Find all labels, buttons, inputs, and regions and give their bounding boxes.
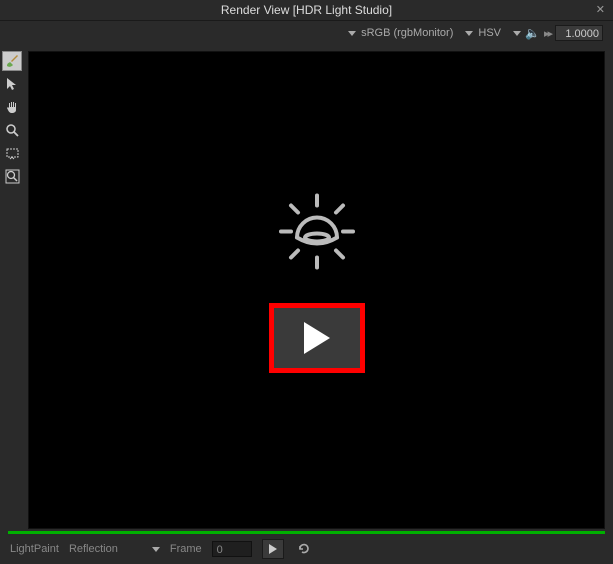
marquee-icon	[5, 146, 20, 161]
play-button[interactable]	[262, 539, 284, 559]
play-overlay-inner	[274, 308, 360, 368]
stepper-icon[interactable]: ▸▸	[544, 27, 551, 40]
frame-input[interactable]: 0	[212, 541, 252, 557]
refresh-button[interactable]	[294, 540, 314, 558]
status-bar: LightPaint Reflection Frame 0	[0, 534, 613, 564]
colorspace-dropdown[interactable]: sRGB (rgbMonitor)	[348, 27, 453, 39]
body	[0, 45, 613, 529]
zoom-tool[interactable]	[2, 120, 22, 140]
render-viewport[interactable]	[28, 51, 605, 529]
lightpaint-mode-dropdown[interactable]: Reflection	[69, 543, 160, 555]
pan-tool[interactable]	[2, 97, 22, 117]
placeholder-sun-icon	[267, 181, 367, 284]
exposure-input[interactable]: 1.0000	[555, 25, 603, 41]
dropdown-icon[interactable]	[513, 31, 521, 36]
display-options-bar: sRGB (rgbMonitor) HSV 🔈 ▸▸ 1.0000	[0, 21, 613, 45]
titlebar: Render View [HDR Light Studio] ✕	[0, 0, 613, 21]
colormode-dropdown[interactable]: HSV	[465, 27, 501, 39]
dropdown-icon	[152, 547, 160, 552]
lightpaint-tool[interactable]	[2, 51, 22, 71]
colorspace-value: sRGB (rgbMonitor)	[361, 27, 453, 39]
lightpaint-mode-value: Reflection	[69, 543, 118, 555]
lightpaint-mode-label: LightPaint	[10, 543, 59, 555]
play-icon	[269, 544, 277, 554]
frame-label: Frame	[170, 543, 202, 555]
pointer-tool[interactable]	[2, 74, 22, 94]
close-icon[interactable]: ✕	[596, 3, 605, 16]
magnifier-icon	[5, 123, 20, 138]
hand-icon	[5, 100, 20, 115]
play-overlay[interactable]	[269, 303, 365, 373]
fit-icon	[5, 169, 20, 184]
dropdown-icon	[465, 31, 473, 36]
brush-icon	[4, 53, 20, 69]
window-title: Render View [HDR Light Studio]	[221, 3, 392, 17]
pointer-icon	[5, 77, 19, 91]
dropdown-icon	[348, 31, 356, 36]
region-tool[interactable]	[2, 143, 22, 163]
play-icon	[304, 322, 330, 354]
tool-palette	[0, 45, 24, 529]
speaker-icon[interactable]: 🔈	[525, 26, 540, 40]
render-view-window: Render View [HDR Light Studio] ✕ sRGB (r…	[0, 0, 613, 564]
colormode-value: HSV	[478, 27, 501, 39]
fit-tool[interactable]	[2, 166, 22, 186]
refresh-icon	[297, 542, 311, 556]
exposure-controls: 🔈 ▸▸ 1.0000	[513, 25, 603, 41]
